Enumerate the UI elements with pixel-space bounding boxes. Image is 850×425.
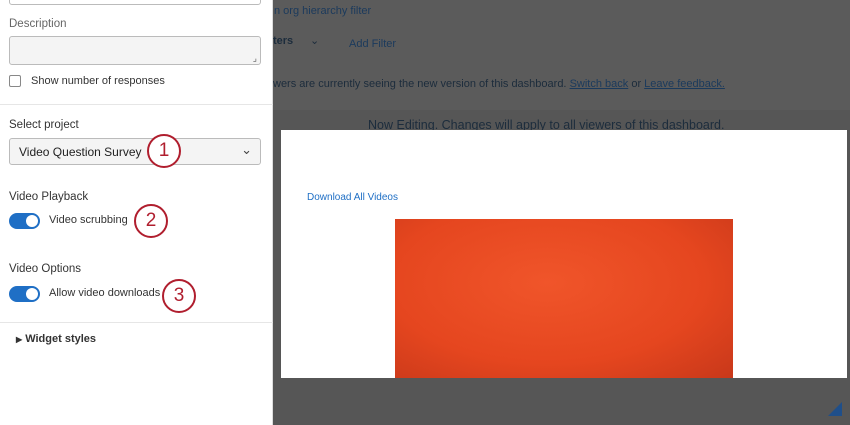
download-all-videos-link[interactable]: Download All Videos [307, 192, 398, 203]
show-responses-label: Show number of responses [31, 75, 165, 87]
filters-label[interactable]: ters [273, 35, 293, 47]
select-project-label: Select project [9, 119, 79, 131]
project-select[interactable]: Video Question Survey ⌄ [9, 138, 261, 165]
resize-handle-icon[interactable]: ⌟ [253, 53, 257, 64]
switch-back-link[interactable]: Switch back [570, 78, 629, 90]
video-thumbnail[interactable] [395, 219, 733, 378]
widget-styles-toggle[interactable]: ▶ Widget styles [16, 333, 96, 345]
video-scrubbing-toggle[interactable] [9, 213, 40, 229]
callout-2: 2 [134, 204, 168, 238]
caret-right-icon: ▶ [16, 335, 23, 344]
notice-text: wers are currently seeing the new versio… [273, 78, 567, 90]
title-input[interactable] [9, 0, 261, 5]
callout-1: 1 [147, 134, 181, 168]
or-text: or [631, 78, 642, 90]
add-filter-link[interactable]: Add Filter [349, 38, 396, 50]
video-playback-label: Video Playback [9, 191, 89, 203]
leave-feedback-link[interactable]: Leave feedback. [644, 78, 725, 90]
chevron-down-icon: ⌄ [241, 142, 252, 157]
allow-downloads-toggle[interactable] [9, 286, 40, 302]
project-value: Video Question Survey [19, 145, 142, 159]
description-label: Description [9, 18, 67, 30]
allow-downloads-label: Allow video downloads [49, 287, 161, 299]
callout-3: 3 [162, 279, 196, 313]
widget-styles-label: Widget styles [25, 333, 97, 345]
description-input[interactable]: ⌟ [9, 36, 261, 65]
version-notice: wers are currently seeing the new versio… [273, 78, 725, 90]
divider [0, 322, 273, 323]
chevron-down-icon[interactable]: ⌄ [310, 34, 319, 47]
divider [0, 104, 273, 105]
org-hierarchy-filter-link[interactable]: n org hierarchy filter [274, 5, 371, 17]
video-scrubbing-label: Video scrubbing [49, 214, 128, 226]
show-responses-checkbox[interactable] [9, 75, 21, 87]
video-options-label: Video Options [9, 263, 82, 275]
resize-corner-icon[interactable] [828, 402, 842, 416]
